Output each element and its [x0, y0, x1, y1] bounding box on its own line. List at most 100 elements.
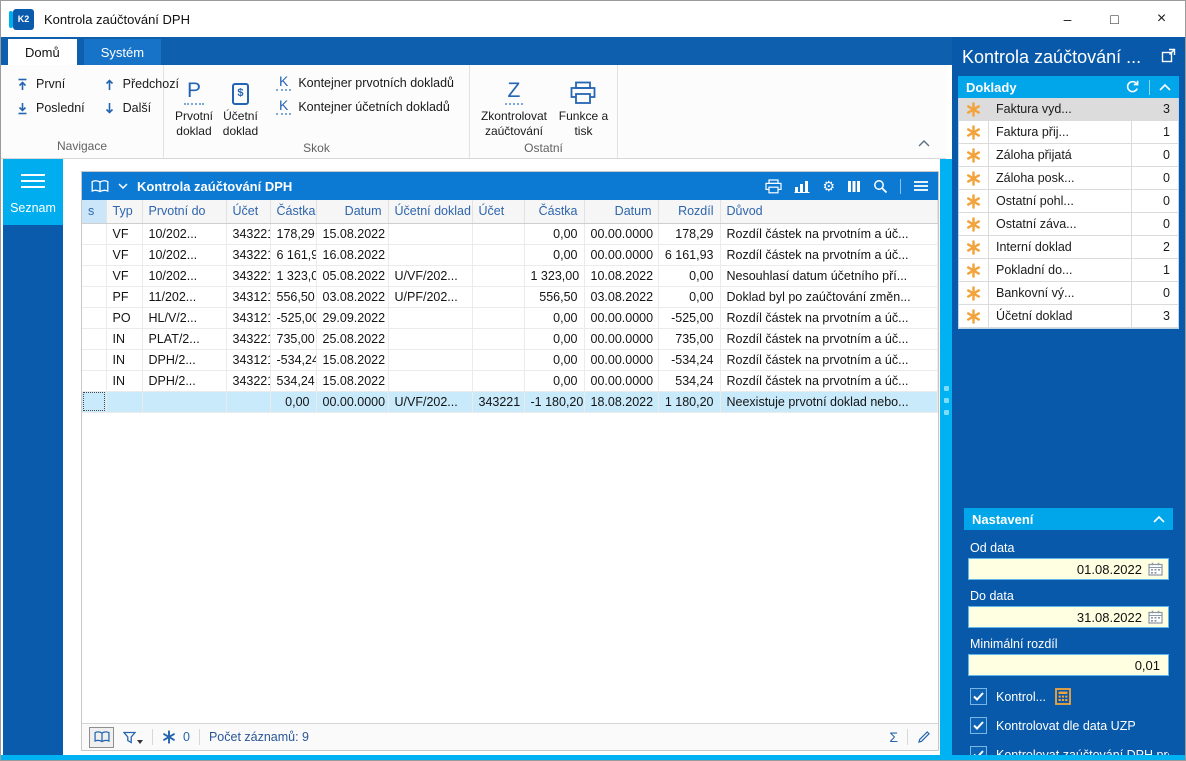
cell-ucet2[interactable]: [472, 328, 524, 349]
cell-duvod[interactable]: Neexistuje prvotní doklad nebo...: [720, 391, 938, 412]
menu-icon[interactable]: [913, 180, 929, 192]
cell-rozdil[interactable]: 0,00: [658, 265, 720, 286]
cell-ucetni-doklad[interactable]: U/PF/202...: [388, 286, 472, 307]
collapse-ribbon-button[interactable]: [918, 134, 930, 152]
column-header-duvod[interactable]: Důvod: [720, 200, 938, 223]
cell-duvod[interactable]: Rozdíl částek na prvotním a úč...: [720, 223, 938, 244]
cell-castka2[interactable]: 0,00: [524, 223, 584, 244]
cell-castka2[interactable]: 0,00: [524, 328, 584, 349]
document-type-row[interactable]: Pokladní do... 1: [959, 259, 1178, 282]
cell-duvod[interactable]: Doklad byl po zaúčtování změn...: [720, 286, 938, 307]
minimize-button[interactable]: –: [1044, 1, 1091, 37]
checkbox-checked-icon[interactable]: [970, 717, 987, 734]
columns-icon[interactable]: [847, 180, 861, 193]
cell-datum2[interactable]: 00.00.0000: [584, 370, 658, 391]
cell-datum2[interactable]: 10.08.2022: [584, 265, 658, 286]
cell-castka2[interactable]: 0,00: [524, 370, 584, 391]
cell-duvod[interactable]: Rozdíl částek na prvotním a úč...: [720, 244, 938, 265]
cell-castka[interactable]: -534,24: [270, 349, 316, 370]
column-header-typ[interactable]: Typ: [106, 200, 142, 223]
search-settings-icon[interactable]: [873, 179, 888, 194]
cell-datum[interactable]: 05.08.2022: [316, 265, 388, 286]
first-button[interactable]: První: [11, 72, 90, 96]
chevron-down-icon[interactable]: [118, 183, 128, 189]
chevron-up-icon[interactable]: [1159, 84, 1171, 91]
table-row[interactable]: PO HL/V/2... 343121 -525,00 29.09.2022 0…: [82, 307, 938, 328]
cell-rozdil[interactable]: -525,00: [658, 307, 720, 328]
table-row[interactable]: IN DPH/2... 343121 -534,24 15.08.2022 0,…: [82, 349, 938, 370]
column-header-rozdil[interactable]: Rozdíl: [658, 200, 720, 223]
sum-button[interactable]: Σ: [889, 729, 898, 745]
cell-s[interactable]: [82, 349, 106, 370]
cell-typ[interactable]: PO: [106, 307, 142, 328]
cell-prvotni-doklad[interactable]: 10/202...: [142, 265, 226, 286]
cell-s[interactable]: [82, 265, 106, 286]
cell-s[interactable]: [82, 244, 106, 265]
calendar-button[interactable]: [1148, 562, 1163, 576]
cell-typ[interactable]: IN: [106, 370, 142, 391]
cell-s[interactable]: [82, 328, 106, 349]
cell-duvod[interactable]: Rozdíl částek na prvotním a úč...: [720, 370, 938, 391]
document-type-row[interactable]: Ostatní pohl... 0: [959, 190, 1178, 213]
cell-ucetni-doklad[interactable]: [388, 349, 472, 370]
table-row[interactable]: IN DPH/2... 343221 534,24 15.08.2022 0,0…: [82, 370, 938, 391]
cell-datum2[interactable]: 00.00.0000: [584, 307, 658, 328]
doklady-section-header[interactable]: Doklady: [958, 76, 1179, 98]
column-header-castka2[interactable]: Částka: [524, 200, 584, 223]
cell-rozdil[interactable]: 0,00: [658, 286, 720, 307]
cell-datum[interactable]: 15.08.2022: [316, 349, 388, 370]
pencil-icon[interactable]: [917, 730, 931, 744]
cell-castka[interactable]: 6 161,93: [270, 244, 316, 265]
cell-ucet2[interactable]: [472, 265, 524, 286]
cell-duvod[interactable]: Rozdíl částek na prvotním a úč...: [720, 307, 938, 328]
cell-ucetni-doklad[interactable]: U/VF/202...: [388, 391, 472, 412]
document-type-row[interactable]: Bankovní vý... 0: [959, 282, 1178, 305]
document-type-row[interactable]: Faktura vyd... 3: [959, 98, 1178, 121]
cell-datum2[interactable]: 00.00.0000: [584, 223, 658, 244]
cell-ucet[interactable]: 343121: [226, 349, 270, 370]
container-primary-documents-button[interactable]: K Kontejner prvotních dokladů: [271, 74, 459, 91]
cell-rozdil[interactable]: 6 161,93: [658, 244, 720, 265]
filter-button[interactable]: [123, 731, 143, 744]
table-row[interactable]: 0,00 00.00.0000 U/VF/202... 343221 -1 18…: [82, 391, 938, 412]
cell-ucet[interactable]: 343221: [226, 328, 270, 349]
cell-ucetni-doklad[interactable]: [388, 244, 472, 265]
cell-datum[interactable]: 15.08.2022: [316, 370, 388, 391]
cell-castka2[interactable]: 1 323,00: [524, 265, 584, 286]
document-type-row[interactable]: Ostatní záva... 0: [959, 213, 1178, 236]
cell-castka[interactable]: 735,00: [270, 328, 316, 349]
cell-datum2[interactable]: 00.00.0000: [584, 349, 658, 370]
tab-domu[interactable]: Domů: [8, 39, 77, 65]
column-header-s[interactable]: s: [82, 200, 106, 223]
cell-s[interactable]: [82, 286, 106, 307]
sidebar-tab-seznam[interactable]: Seznam: [3, 159, 63, 225]
cell-datum[interactable]: 00.00.0000: [316, 391, 388, 412]
cell-datum2[interactable]: 18.08.2022: [584, 391, 658, 412]
cell-castka2[interactable]: 556,50: [524, 286, 584, 307]
cell-rozdil[interactable]: 534,24: [658, 370, 720, 391]
cell-typ[interactable]: VF: [106, 223, 142, 244]
cell-prvotni-doklad[interactable]: 11/202...: [142, 286, 226, 307]
functions-print-button[interactable]: Funkce a tisk: [556, 70, 611, 139]
cell-castka[interactable]: -525,00: [270, 307, 316, 328]
cell-s[interactable]: [82, 223, 106, 244]
cell-typ[interactable]: IN: [106, 349, 142, 370]
cell-ucet2[interactable]: [472, 307, 524, 328]
gears-icon[interactable]: ⚙: [822, 179, 835, 193]
cell-rozdil[interactable]: 1 180,20: [658, 391, 720, 412]
cell-s[interactable]: [82, 307, 106, 328]
checkbox-row-kontrol[interactable]: Kontrol...: [968, 688, 1169, 705]
to-date-field[interactable]: 31.08.2022: [968, 606, 1169, 628]
cell-ucet[interactable]: 343221: [226, 223, 270, 244]
cell-rozdil[interactable]: 178,29: [658, 223, 720, 244]
cell-rozdil[interactable]: 735,00: [658, 328, 720, 349]
nastaveni-section-header[interactable]: Nastavení: [964, 508, 1173, 530]
chevron-up-icon[interactable]: [1153, 516, 1165, 523]
cell-datum[interactable]: 15.08.2022: [316, 223, 388, 244]
cell-prvotni-doklad[interactable]: 10/202...: [142, 244, 226, 265]
cell-prvotni-doklad[interactable]: PLAT/2...: [142, 328, 226, 349]
primary-document-button[interactable]: P Prvotní doklad: [170, 70, 218, 139]
cell-s[interactable]: [82, 391, 106, 412]
cell-prvotni-doklad[interactable]: DPH/2...: [142, 349, 226, 370]
refresh-icon[interactable]: [1125, 80, 1140, 94]
